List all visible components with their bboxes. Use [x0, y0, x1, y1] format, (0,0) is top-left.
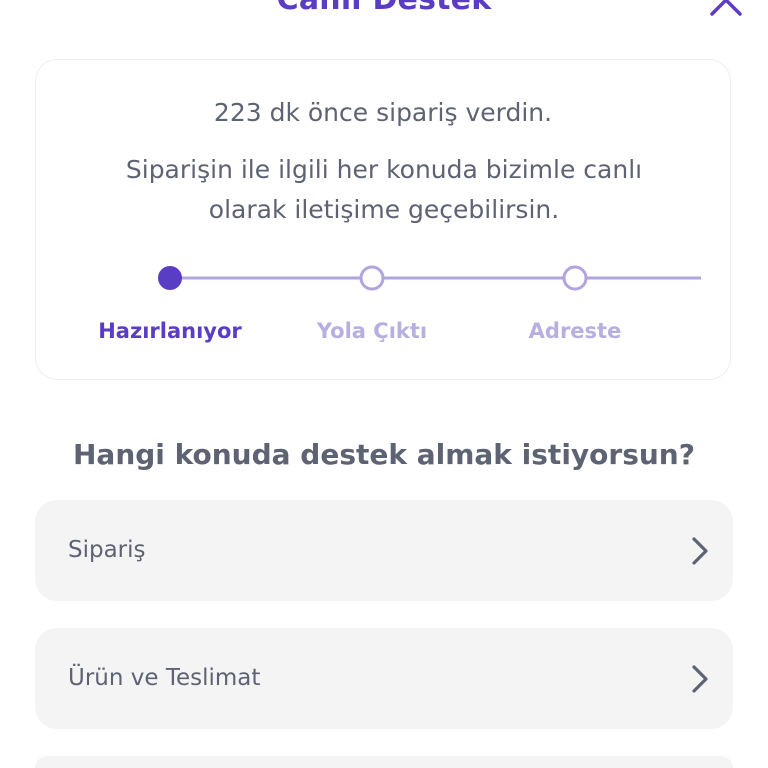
order-progress-stepper	[36, 262, 730, 302]
topic-label: Ürün ve Teslimat	[68, 665, 261, 691]
close-icon	[710, 0, 742, 16]
chevron-right-icon	[691, 664, 709, 694]
support-description: Siparişin ile ilgili her konuda bizimle …	[125, 155, 643, 224]
topic-label: Sipariş	[68, 537, 146, 563]
page-title: Canlı Destek	[0, 0, 768, 20]
step-dot-preparing	[158, 266, 182, 290]
chevron-right-icon	[691, 536, 709, 566]
topic-item-order[interactable]: Sipariş	[35, 500, 733, 601]
step-dot-at-address	[562, 265, 588, 291]
step-label-preparing: Hazırlanıyor	[98, 319, 242, 343]
close-button[interactable]	[708, 0, 744, 16]
step-label-at-address: Adreste	[528, 319, 622, 343]
topic-item-product-delivery[interactable]: Ürün ve Teslimat	[35, 628, 733, 729]
order-time-text: 223 dk önce sipariş verdin.	[213, 98, 553, 127]
topic-item-partial[interactable]	[35, 756, 733, 768]
order-status-card: 223 dk önce sipariş verdin. Siparişin il…	[35, 59, 731, 380]
step-dot-on-the-way	[359, 265, 385, 291]
step-label-on-the-way: Yola Çıktı	[316, 319, 428, 343]
support-question-heading: Hangi konuda destek almak istiyorsun?	[72, 438, 695, 471]
live-support-screen: Canlı Destek 223 dk önce sipariş verdin.…	[0, 0, 768, 768]
